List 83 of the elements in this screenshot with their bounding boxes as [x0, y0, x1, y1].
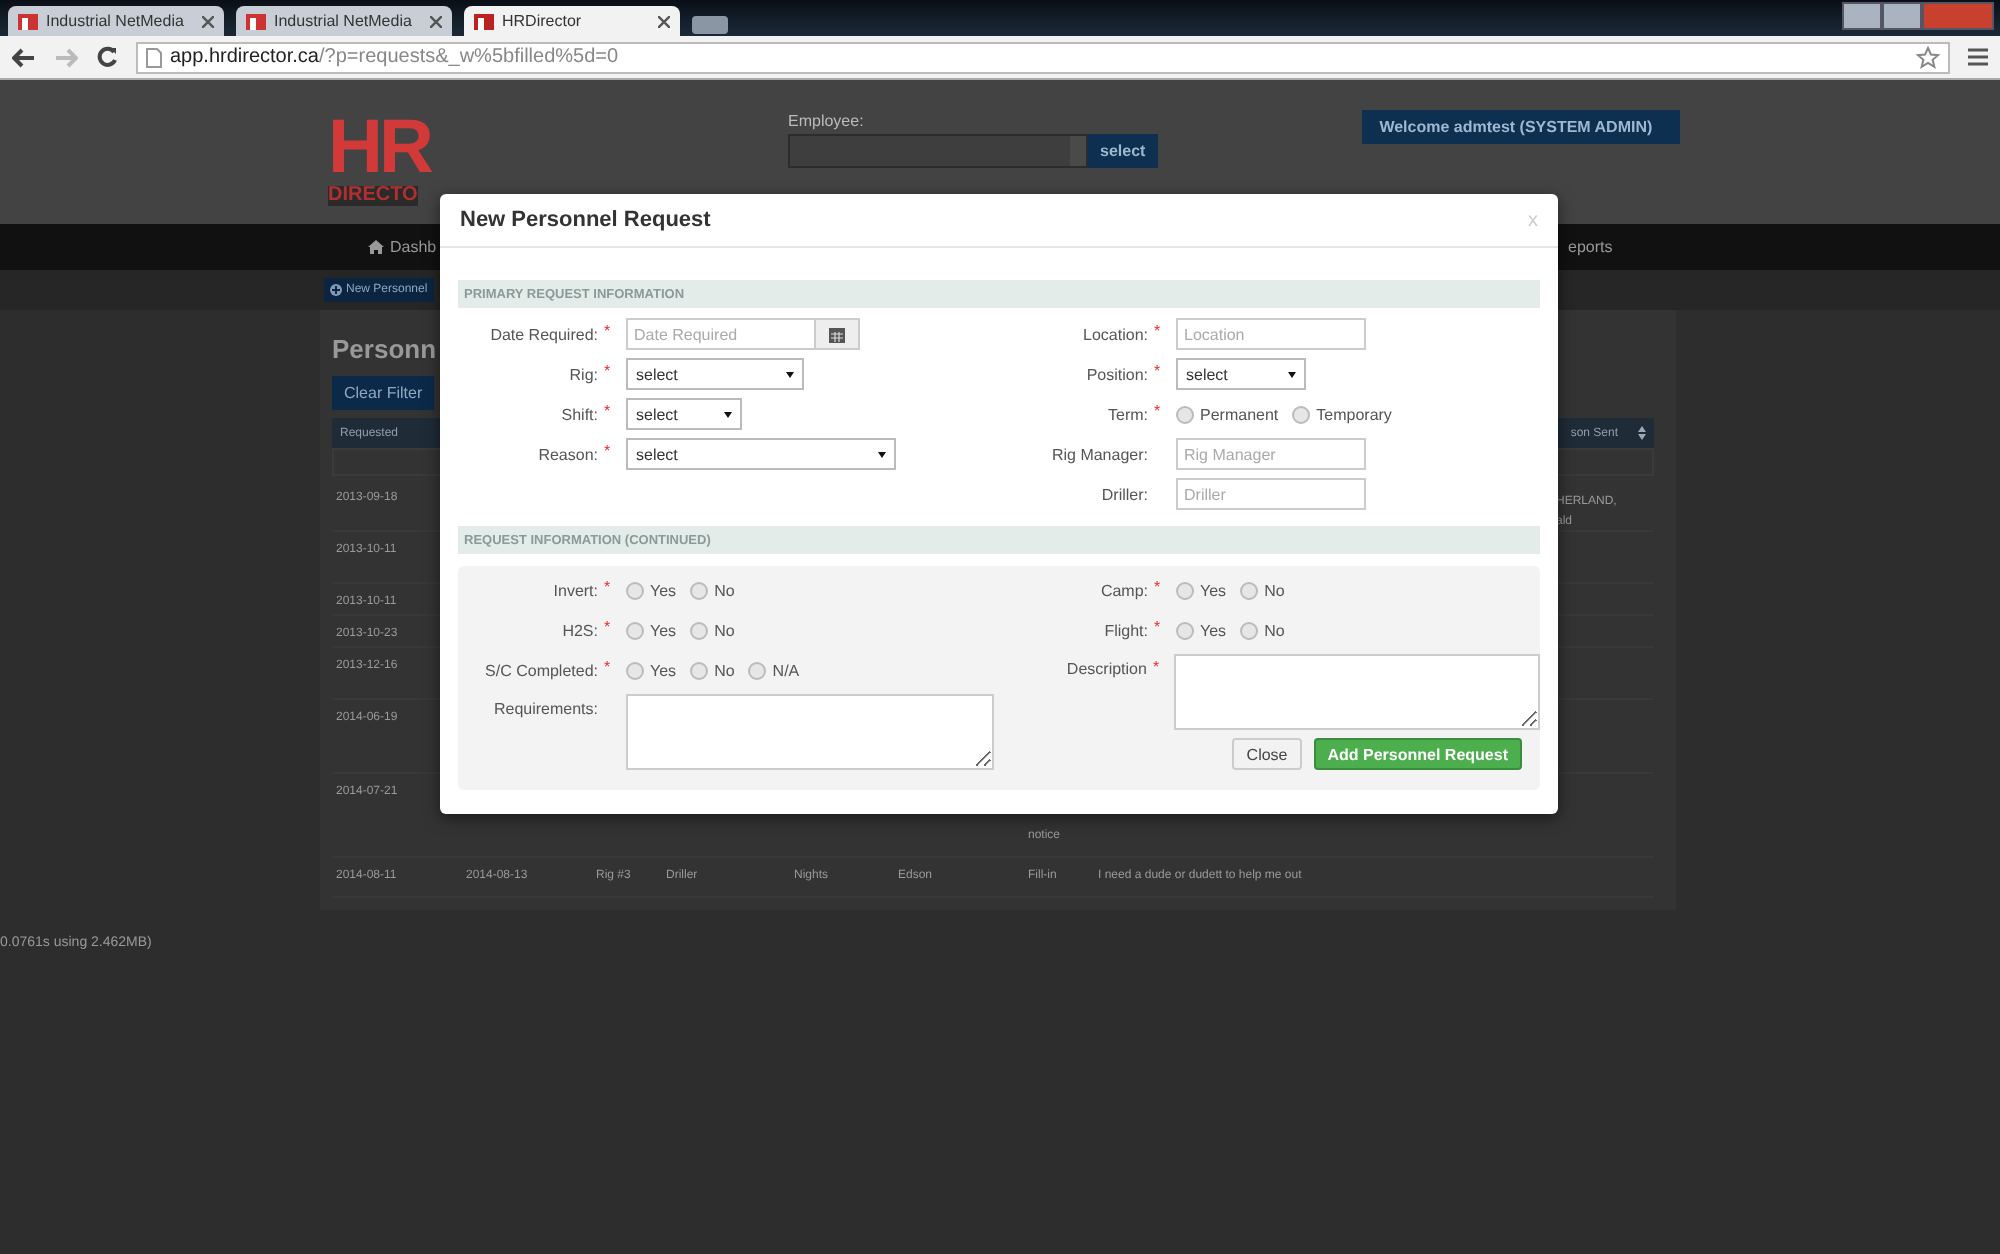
field-label: Location:	[1081, 325, 1148, 343]
required-mark: *	[604, 402, 611, 420]
dropdown[interactable]: select	[626, 438, 896, 470]
star-icon[interactable]	[1916, 45, 1940, 69]
radio-option[interactable]: No	[690, 581, 735, 599]
maximize-button[interactable]	[1882, 2, 1922, 30]
logo: HR DIRECTO	[328, 110, 433, 206]
field-label: H2S:	[560, 621, 598, 639]
browser-tab[interactable]: HRDirector	[464, 6, 680, 36]
field-label: Rig Manager:	[1049, 445, 1148, 463]
close-tab-icon[interactable]	[658, 15, 670, 27]
dropdown[interactable]: select	[626, 358, 804, 390]
radio-option[interactable]: Yes	[626, 581, 677, 599]
required-mark: *	[604, 362, 611, 380]
sort-icon[interactable]	[1638, 426, 1646, 440]
dropdown[interactable]: select	[1176, 358, 1306, 390]
radio-option[interactable]: Yes	[626, 621, 677, 639]
radio-option[interactable]: N/A	[748, 661, 800, 679]
text-field[interactable]: Driller	[1176, 478, 1366, 510]
radio-option[interactable]: No	[1240, 581, 1285, 599]
home-icon[interactable]	[368, 240, 384, 254]
menu-icon[interactable]	[1968, 48, 1988, 66]
radio-option[interactable]: Yes	[626, 661, 677, 679]
field-label: Date Required:	[488, 325, 598, 343]
url-text: app.hrdirector.ca/?p=requests&_w%5bfilled%5d=0	[170, 46, 621, 68]
radio-option[interactable]: Yes	[1176, 581, 1227, 599]
required-mark: *	[604, 658, 611, 676]
field-label: Flight:	[1102, 621, 1148, 639]
clear-filter-button[interactable]: Clear Filter	[332, 376, 435, 410]
favicon-icon	[18, 11, 38, 31]
date-field[interactable]: Date Required	[626, 318, 816, 350]
page-icon	[146, 47, 162, 67]
browser-tab[interactable]: Industrial NetMedia	[8, 6, 224, 36]
calendar-icon	[828, 325, 846, 343]
field-label: Description	[1064, 658, 1147, 678]
field-label: Camp:	[1098, 581, 1148, 599]
required-mark: *	[1154, 362, 1161, 380]
field-label: Invert:	[551, 581, 598, 599]
required-mark: *	[604, 618, 611, 636]
radio-option[interactable]: No	[690, 621, 735, 639]
required-mark: *	[1154, 322, 1161, 340]
text-field[interactable]: Location	[1176, 318, 1366, 350]
required-mark: *	[604, 442, 611, 460]
field-label: Rig:	[567, 365, 598, 383]
required-mark: *	[1154, 402, 1161, 420]
close-tab-icon[interactable]	[202, 15, 214, 27]
dialog-title: New Personnel Request	[460, 208, 711, 232]
required-mark: *	[1154, 578, 1161, 596]
field-label: Driller:	[1099, 485, 1148, 503]
favicon-icon	[474, 11, 494, 31]
user-menu-button[interactable]: Welcome admtest (SYSTEM ADMIN)	[1361, 110, 1680, 144]
radio-option[interactable]: No	[690, 661, 735, 679]
browser-tab[interactable]: Industrial NetMedia	[236, 6, 452, 36]
select-button[interactable]: select	[1088, 134, 1158, 168]
page-title: Personn	[332, 334, 437, 368]
favicon-icon	[246, 11, 266, 31]
plus-icon	[330, 284, 342, 296]
address-field[interactable]: app.hrdirector.ca/?p=requests&_w%5bfilled%5d=0	[136, 41, 1950, 73]
radio-option[interactable]: Permanent	[1176, 405, 1279, 423]
close-tab-icon[interactable]	[430, 15, 442, 27]
field-label: Reason:	[536, 445, 598, 463]
required-mark: *	[1152, 658, 1160, 676]
field-label: Requirements:	[491, 698, 598, 718]
minimize-button[interactable]	[1842, 2, 1882, 30]
close-dialog-button[interactable]: Close	[1232, 738, 1302, 770]
field-label: Term:	[1106, 405, 1148, 423]
radio-option[interactable]: Yes	[1176, 621, 1227, 639]
dropdown[interactable]: select	[626, 398, 742, 430]
reload-icon[interactable]	[96, 46, 118, 68]
nav-link[interactable]: eports	[1568, 238, 1613, 256]
field-label: Shift:	[559, 405, 598, 423]
nav-link[interactable]: Dashb	[390, 238, 437, 256]
text-field[interactable]: Rig Manager	[1176, 438, 1366, 470]
radio-option[interactable]: Temporary	[1292, 405, 1392, 423]
radio-option[interactable]: No	[1240, 621, 1285, 639]
employee-label: Employee:	[788, 112, 866, 130]
back-icon[interactable]	[12, 47, 36, 67]
required-mark: *	[604, 578, 611, 596]
required-mark: *	[1154, 618, 1161, 636]
calendar-button[interactable]	[816, 318, 860, 350]
field-label: S/C Completed:	[483, 661, 598, 679]
required-mark: *	[604, 322, 611, 340]
field-label: Position:	[1084, 365, 1148, 383]
